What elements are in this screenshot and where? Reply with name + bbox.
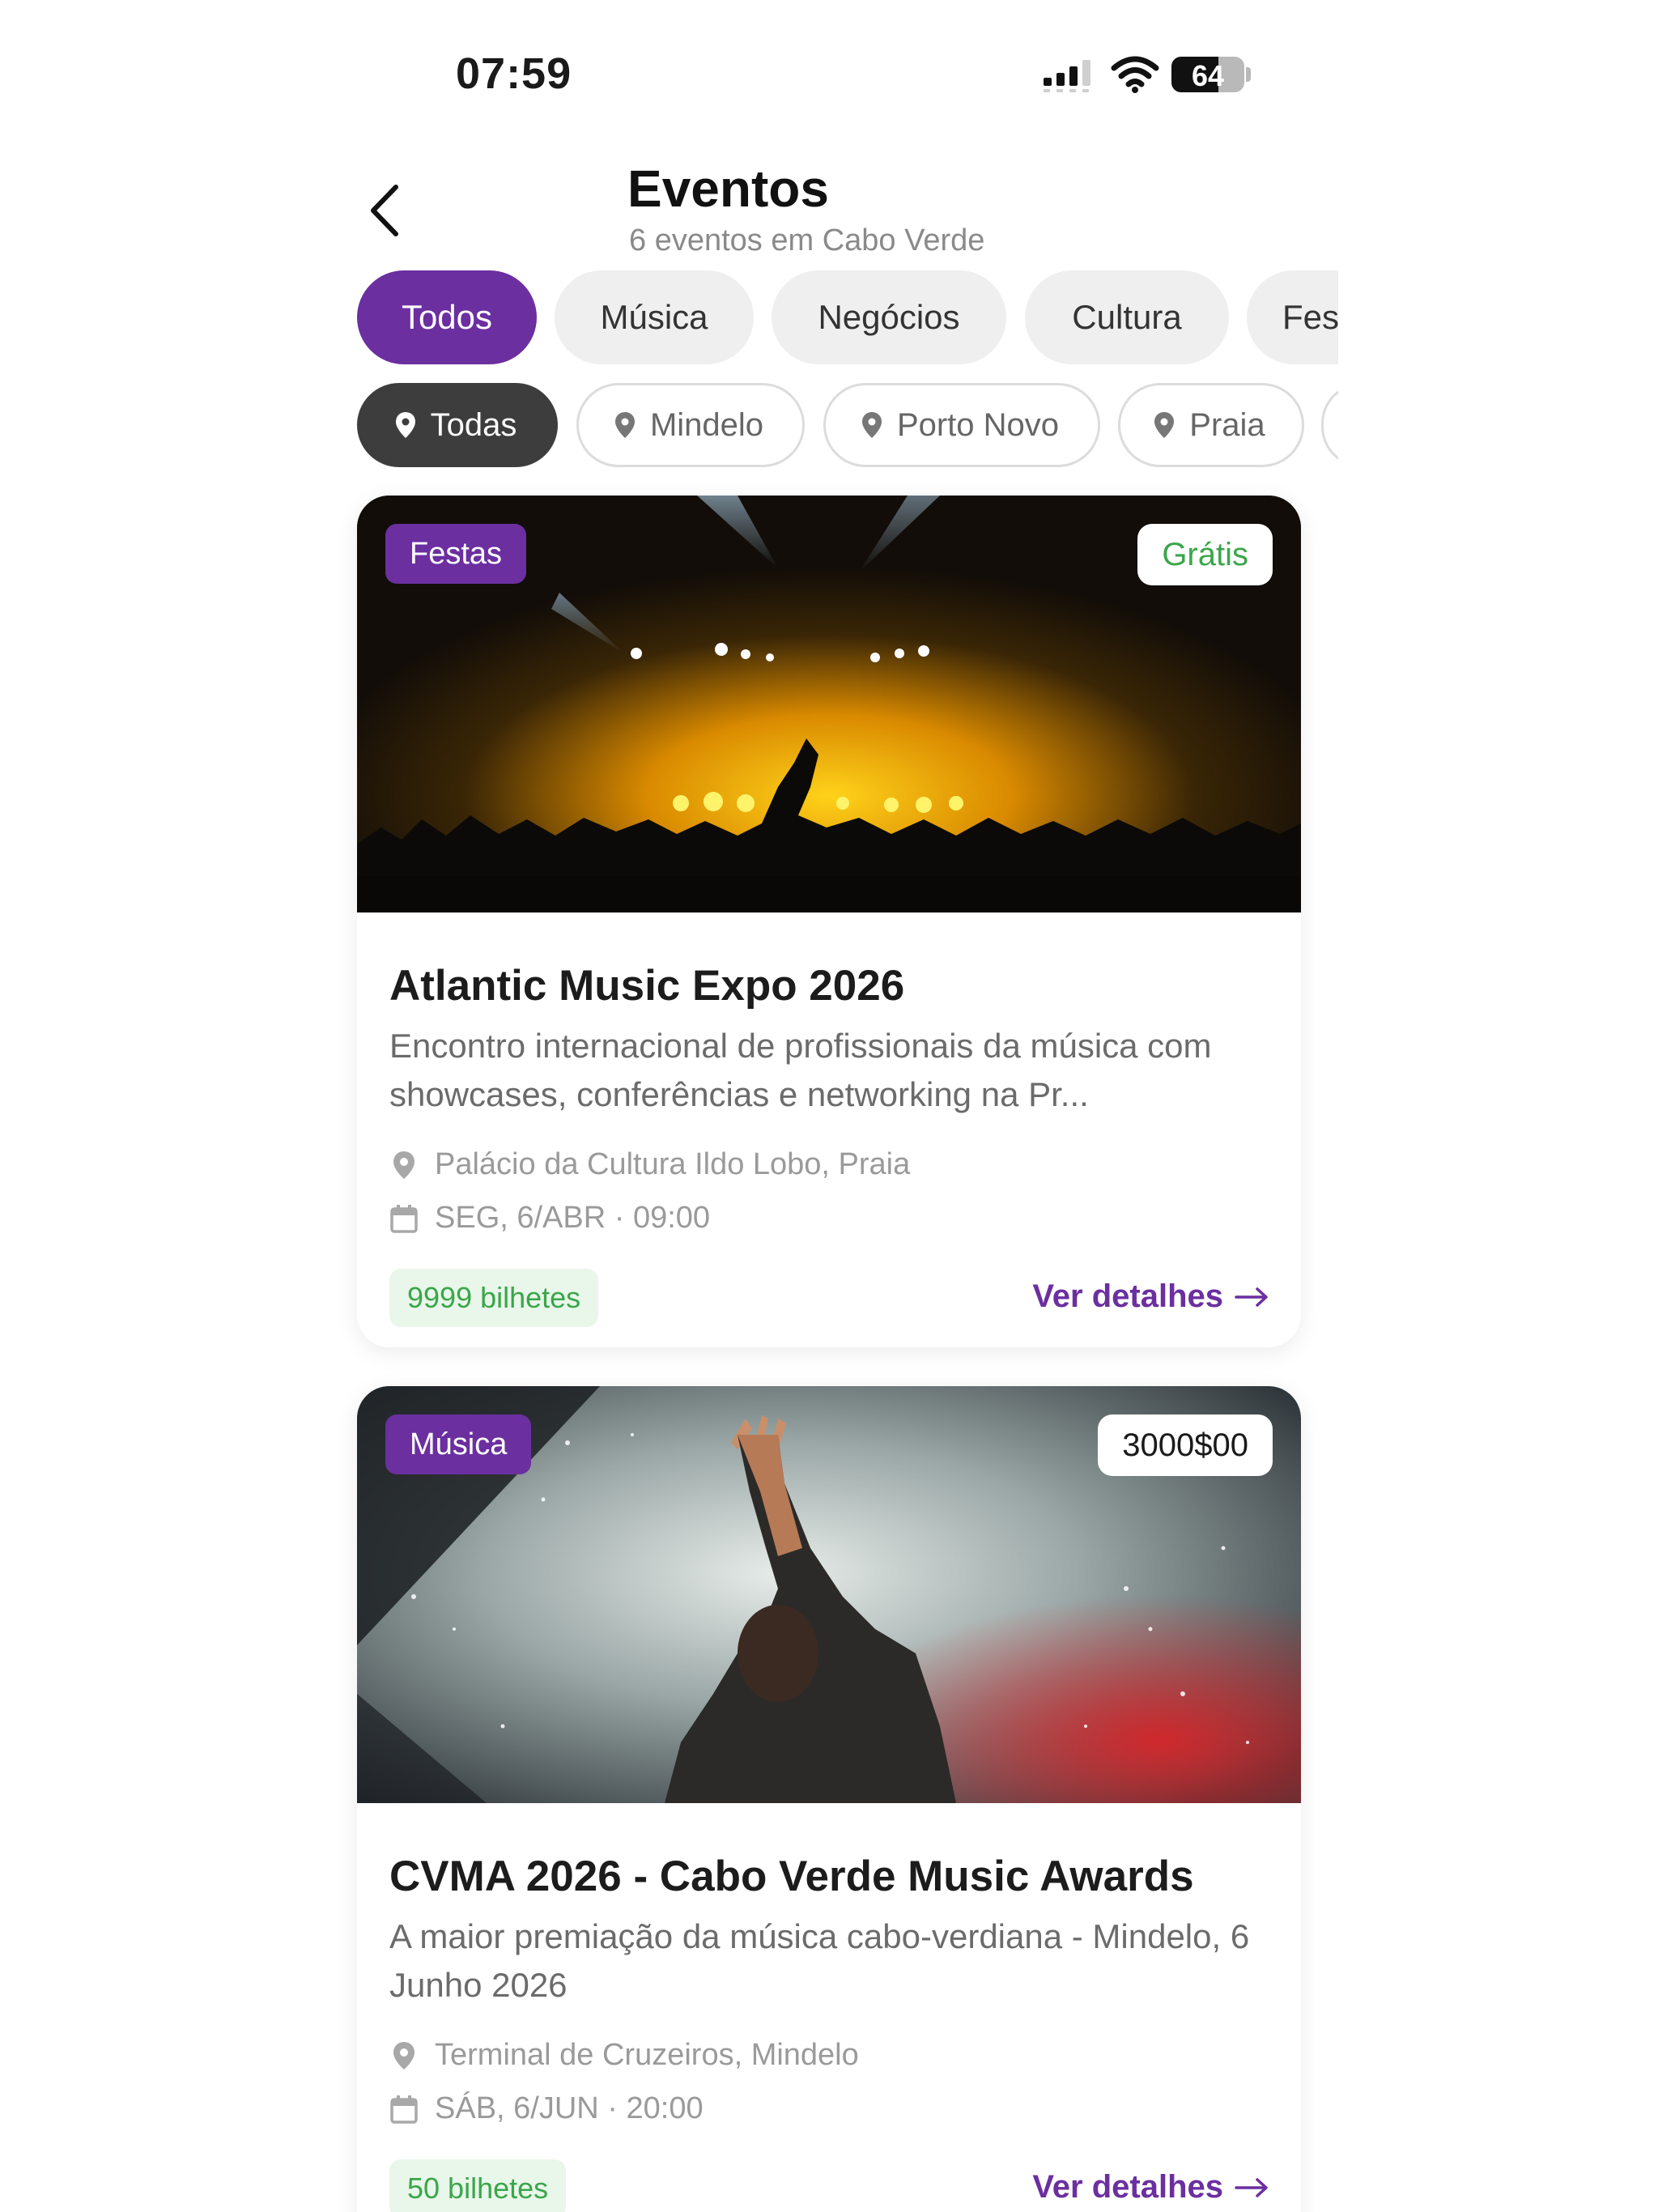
status-bar: 07:59 64 — [0, 0, 1658, 146]
arrow-right-icon — [1235, 2177, 1268, 2197]
tickets-badge: 9999 bilhetes — [389, 1269, 599, 1327]
event-info: Atlantic Music Expo 2026 Encontro intern… — [357, 912, 1301, 1347]
event-date-text: SÁB, 6/JUN · 20:00 — [435, 2091, 704, 2125]
event-category-badge: Festas — [385, 524, 527, 584]
event-location-text: Palácio da Cultura Ildo Lobo, Praia — [435, 1147, 911, 1181]
category-chip-cultura[interactable]: Cultura — [1025, 270, 1229, 364]
wifi-icon — [1111, 56, 1159, 93]
details-label: Ver detalhes — [1032, 1278, 1223, 1314]
category-chip-festas[interactable]: Fes — [1247, 270, 1338, 364]
battery-level: 64 — [1191, 59, 1225, 92]
event-date: SEG, 6/ABR · 09:00 — [389, 1201, 710, 1236]
details-link[interactable]: Ver detalhes — [1032, 1278, 1269, 1315]
events-screen: 07:59 64 Eventos 6 eventos em Cabo Verde… — [0, 0, 1658, 2212]
city-chip-label: Todas — [430, 406, 517, 443]
city-chip-label: Praia — [1189, 406, 1265, 443]
event-description: Encontro internacional de profissionais … — [389, 1027, 1212, 1113]
status-time: 07:59 — [456, 49, 572, 98]
map-pin-icon — [393, 1151, 414, 1179]
city-chip-praia[interactable]: Praia — [1118, 383, 1304, 467]
event-card[interactable]: Música 3000$00 CVMA 2026 - Cabo Verde Mu… — [357, 1386, 1301, 2212]
event-price-badge: Grátis — [1137, 524, 1273, 585]
page-title: Eventos — [627, 160, 829, 218]
category-chip-todos[interactable]: Todos — [357, 270, 537, 364]
event-location: Terminal de Cruzeiros, Mindelo — [389, 2038, 859, 2073]
event-location-text: Terminal de Cruzeiros, Mindelo — [435, 2038, 859, 2072]
city-chip-porto-novo[interactable]: Porto Novo — [823, 383, 1100, 467]
event-title: CVMA 2026 - Cabo Verde Music Awards — [389, 1853, 1194, 1900]
event-price-badge: 3000$00 — [1098, 1414, 1273, 1476]
event-date: SÁB, 6/JUN · 20:00 — [389, 2091, 704, 2126]
page-subtitle: 6 eventos em Cabo Verde — [629, 223, 985, 257]
details-link[interactable]: Ver detalhes — [1032, 2169, 1269, 2206]
event-info: CVMA 2026 - Cabo Verde Music Awards A ma… — [357, 1803, 1301, 2212]
details-label: Ver detalhes — [1032, 2169, 1223, 2205]
event-category-badge: Música — [385, 1414, 532, 1474]
category-chip-musica[interactable]: Música — [555, 270, 754, 364]
event-description: A maior premiação da música cabo-verdian… — [389, 1917, 1250, 2004]
city-chip-mindelo[interactable]: Mindelo — [576, 383, 805, 467]
tickets-badge: 50 bilhetes — [389, 2159, 567, 2212]
calendar-icon — [390, 1204, 418, 1233]
map-pin-icon — [393, 2041, 414, 2069]
back-button[interactable] — [356, 178, 413, 243]
event-card[interactable]: Festas Grátis Atlantic Music Expo 2026 E… — [357, 496, 1301, 1347]
battery-icon: 64 — [1171, 57, 1244, 92]
city-chip-label: Porto Novo — [896, 406, 1060, 443]
city-filter: Todas Mindelo Porto Novo Praia — [357, 383, 1338, 472]
event-location: Palácio da Cultura Ildo Lobo, Praia — [389, 1147, 910, 1182]
map-pin-icon — [861, 412, 882, 438]
event-date-text: SEG, 6/ABR · 09:00 — [435, 1201, 711, 1235]
battery-tip — [1246, 67, 1251, 82]
map-pin-icon — [395, 412, 415, 438]
city-chip-todas[interactable]: Todas — [357, 383, 558, 467]
event-title: Atlantic Music Expo 2026 — [389, 962, 905, 1010]
map-pin-icon — [614, 412, 635, 438]
category-chip-negocios[interactable]: Negócios — [772, 270, 1006, 364]
arrow-right-icon — [1235, 1287, 1268, 1307]
signal-icon — [1044, 60, 1090, 92]
calendar-icon — [390, 2095, 418, 2124]
category-filter: Todos Música Negócios Cultura Fes — [357, 270, 1338, 368]
city-chip-more[interactable] — [1321, 383, 1338, 467]
map-pin-icon — [1154, 412, 1175, 438]
chevron-left-icon — [371, 185, 398, 236]
city-chip-label: Mindelo — [649, 406, 764, 443]
